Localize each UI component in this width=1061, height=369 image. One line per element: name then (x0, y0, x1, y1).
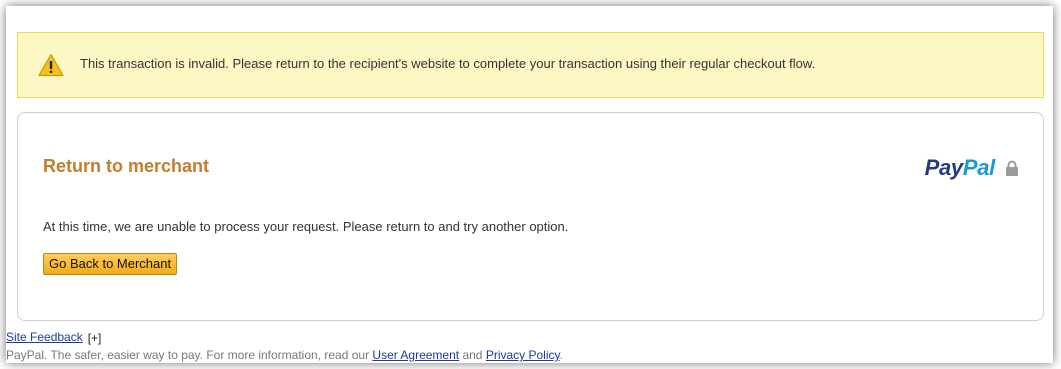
legal-suffix: . (559, 348, 563, 362)
site-feedback-link[interactable]: Site Feedback (6, 330, 83, 344)
footer-feedback: Site Feedback [+] (6, 330, 101, 345)
paypal-brand: PayPal (925, 155, 1019, 181)
lock-icon (1006, 160, 1018, 176)
go-back-to-merchant-button[interactable]: Go Back to Merchant (43, 253, 178, 275)
error-alert: This transaction is invalid. Please retu… (17, 32, 1044, 98)
alert-message: This transaction is invalid. Please retu… (80, 56, 816, 71)
return-to-merchant-panel: Return to merchant PayPal At this time, … (17, 112, 1044, 321)
paypal-logo: PayPal (924, 155, 996, 181)
privacy-policy-link[interactable]: Privacy Policy (486, 348, 560, 362)
user-agreement-link[interactable]: User Agreement (372, 348, 459, 362)
panel-title: Return to merchant (43, 156, 210, 176)
legal-text: PayPal. The safer, easier way to pay. Fo… (6, 348, 373, 362)
footer-legal: PayPal. The safer, easier way to pay. Fo… (6, 348, 563, 362)
logo-pal: Pal (962, 155, 995, 180)
legal-and: and (459, 348, 486, 362)
page-frame: This transaction is invalid. Please retu… (6, 6, 1053, 363)
panel-message: At this time, we are unable to process y… (43, 219, 569, 234)
logo-pay: Pay (924, 155, 964, 180)
feedback-icon[interactable]: [+] (88, 331, 102, 345)
warning-icon (38, 53, 64, 77)
